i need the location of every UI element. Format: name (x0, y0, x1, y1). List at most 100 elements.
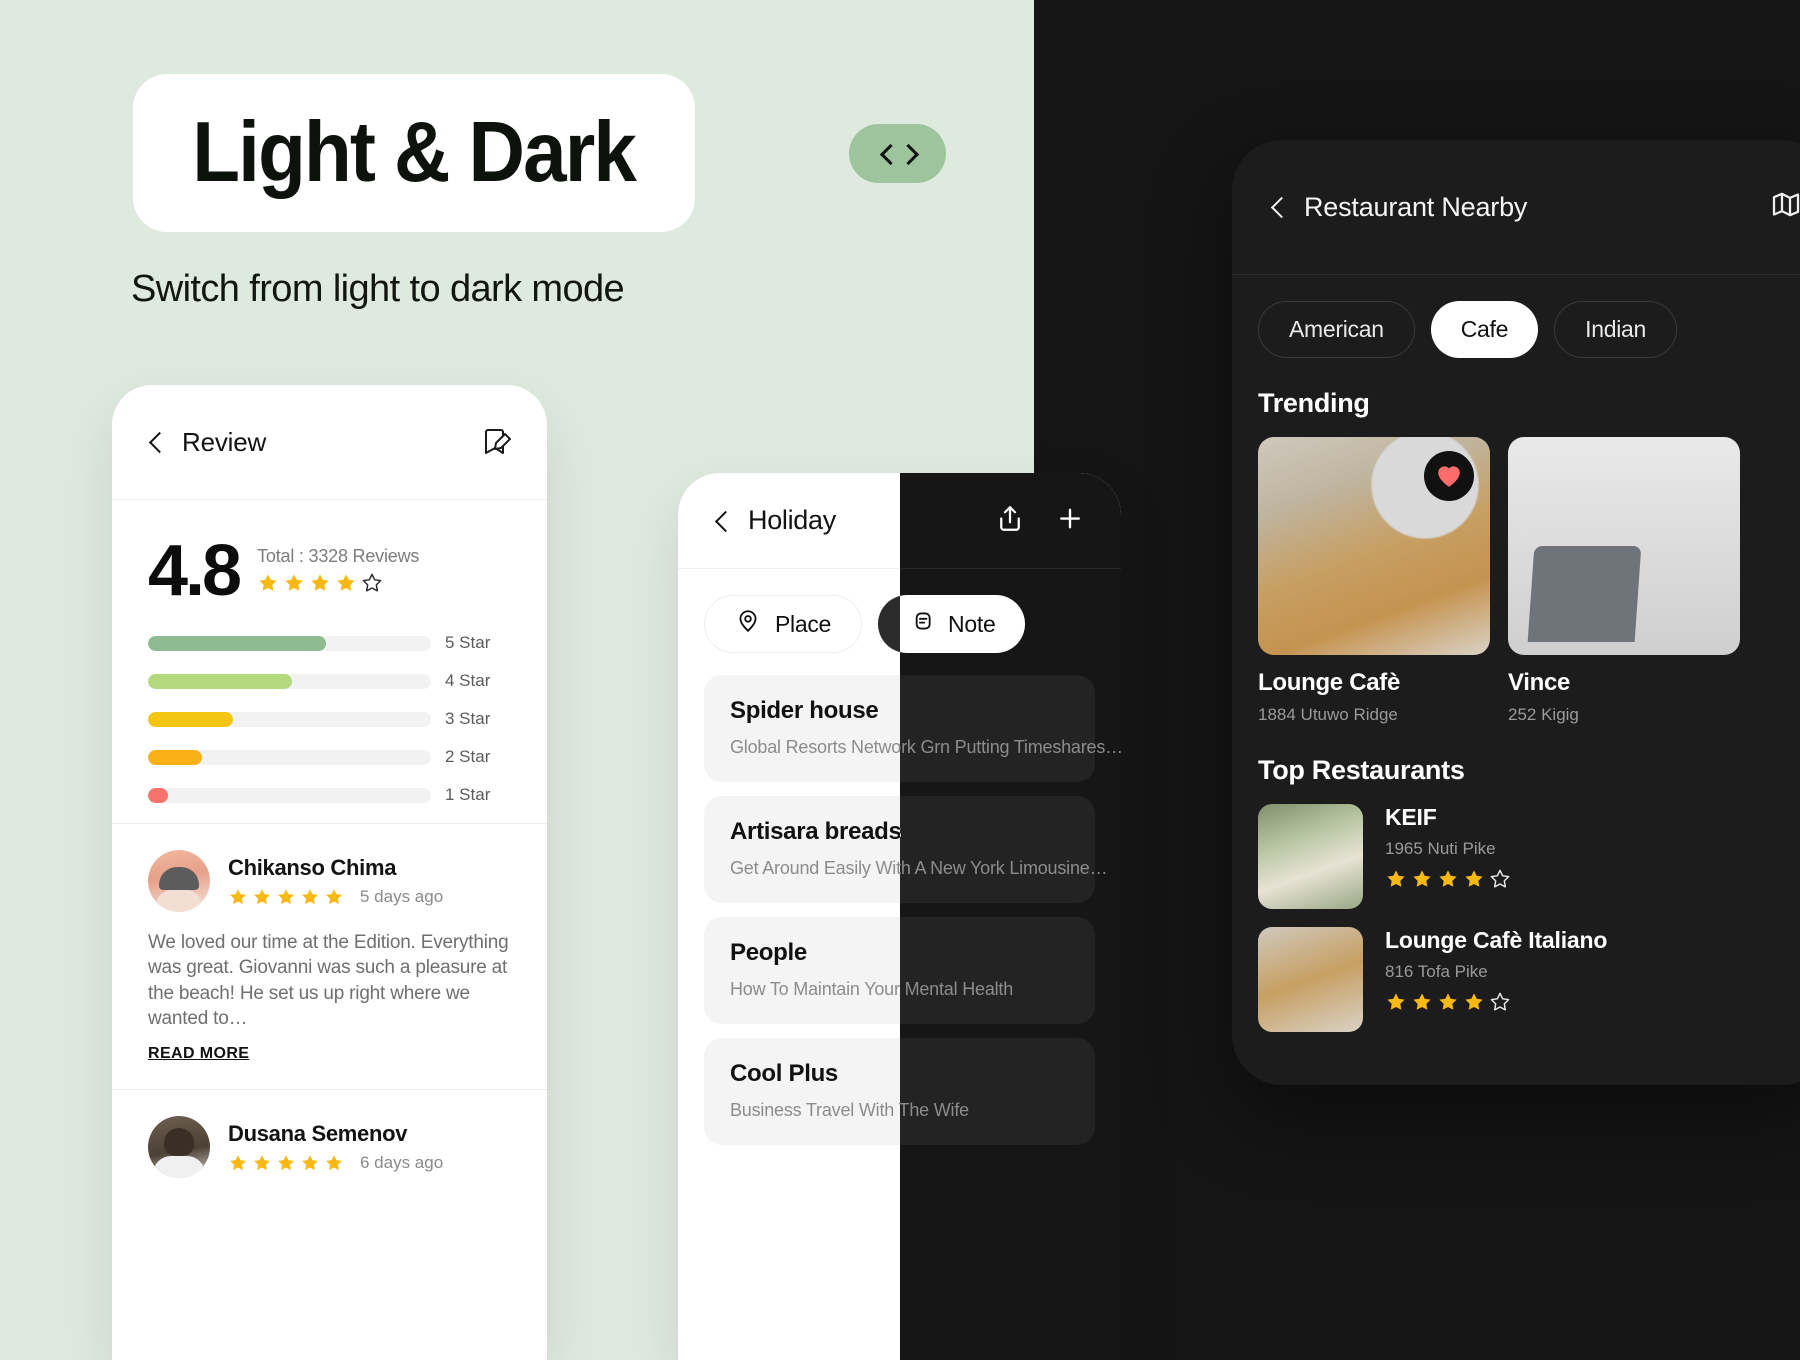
review-phone-screen: Review 4.8 Total : 3328 Reviews 5 Star 4 … (112, 385, 547, 1360)
hero-title-card: Light & Dark (133, 74, 695, 232)
star-icon (311, 574, 329, 591)
restaurant-name: Lounge Cafè (1258, 669, 1401, 696)
restaurant-list-item[interactable]: KEIF 1965 Nuti Pike (1232, 786, 1800, 909)
chip-american[interactable]: American (1258, 301, 1415, 358)
star-icon (278, 889, 294, 905)
note-description: Business Travel With The Wife (730, 1100, 969, 1120)
note-title: Cool Plus (730, 1060, 838, 1087)
restaurant-image (1258, 437, 1490, 655)
chip-cafe[interactable]: Cafe (1430, 301, 1539, 358)
star-icon (302, 1154, 318, 1170)
star-icon (254, 889, 270, 905)
rating-bar-label: 3 Star (445, 709, 491, 729)
list-item[interactable]: Artisara breads Get Around Easily With A… (704, 796, 1108, 903)
avatar (148, 1115, 210, 1178)
review-timestamp: 5 days ago (360, 887, 444, 907)
rating-bar-row: 4 Star (148, 671, 511, 691)
notes-icon (908, 608, 934, 640)
avatar (148, 850, 210, 913)
hero-subtitle: Switch from light to dark mode (131, 268, 625, 310)
heart-icon (1438, 466, 1460, 487)
trending-card[interactable]: Lounge Cafè 1884 Utuwo Ridge (1258, 437, 1490, 725)
review-text: We loved our time at the Edition. Everyt… (148, 932, 509, 1029)
restaurant-name: Lounge Cafè Italiano (1385, 927, 1608, 953)
holiday-light-layer: Holiday Place Note Spider house Global R… (678, 473, 1121, 1145)
restaurant-stars (1385, 991, 1607, 1013)
star-icon (1413, 993, 1431, 1010)
note-title: Artisara breads (730, 818, 902, 845)
restaurant-thumbnail (1258, 804, 1363, 909)
note-title: People (730, 939, 807, 966)
rating-bar-track (148, 787, 431, 803)
star-icon (362, 573, 382, 592)
list-item[interactable]: Spider house Global Resorts Network Grn … (704, 675, 1121, 782)
restaurant-name: KEIF (1385, 804, 1437, 830)
read-more-link[interactable]: READ MORE (148, 1045, 249, 1063)
restaurant-list-item[interactable]: Lounge Cafè Italiano 816 Tofa Pike (1232, 909, 1800, 1032)
plus-icon[interactable] (1055, 503, 1085, 538)
restaurant-phone-screen: Restaurant Nearby American Cafe Indian T… (1232, 140, 1800, 1085)
share-icon[interactable] (995, 503, 1025, 538)
star-icon (1413, 870, 1431, 887)
rating-bar-fill (148, 635, 327, 651)
tab-place[interactable]: Place (704, 595, 863, 653)
trending-section-title: Trending (1258, 388, 1370, 418)
screen-title: Holiday (748, 505, 836, 535)
holiday-phone-screen: Holiday Place Note Spider house Global R… (678, 473, 1121, 1360)
favorite-button[interactable] (1424, 451, 1474, 501)
review-list-item: Dusana Semenov 6 days ago (112, 1090, 547, 1178)
star-icon (1439, 870, 1457, 887)
star-icon (1387, 993, 1405, 1010)
restaurant-address: 1884 Utuwo Ridge (1258, 705, 1398, 724)
list-item[interactable]: Cool Plus Business Travel With The Wife (704, 1038, 1095, 1145)
star-icon (326, 889, 342, 905)
rating-bar-fill (148, 711, 233, 727)
rating-bar-track (148, 711, 431, 727)
restaurant-header: Restaurant Nearby (1232, 140, 1800, 275)
note-description: Global Resorts Network Grn Putting Times… (730, 737, 1121, 757)
top-restaurants-section-title: Top Restaurants (1258, 755, 1465, 785)
chevron-left-icon[interactable] (1270, 199, 1286, 215)
list-item[interactable]: People How To Maintain Your Mental Healt… (704, 917, 1095, 1024)
mode-switch-arrows[interactable] (849, 124, 946, 183)
rating-bar-fill (148, 749, 202, 765)
tab-note[interactable]: Note (878, 595, 1026, 653)
review-header: Review (112, 385, 547, 500)
chevron-left-icon[interactable] (714, 513, 730, 529)
star-icon (337, 574, 355, 591)
average-rating-value: 4.8 (148, 531, 242, 611)
chevron-left-icon[interactable] (879, 146, 895, 162)
restaurant-stars (1385, 868, 1511, 890)
map-icon[interactable] (1770, 189, 1800, 226)
holiday-header: Holiday (678, 473, 1121, 568)
rating-bar-label: 1 Star (445, 785, 491, 805)
cuisine-filter-chips: American Cafe Indian (1232, 275, 1800, 358)
rating-bar-track (148, 673, 431, 689)
star-icon (1490, 869, 1510, 888)
rating-bar-row: 1 Star (148, 785, 511, 805)
star-icon (302, 889, 318, 905)
chevron-left-icon[interactable] (148, 434, 164, 450)
rating-bar-row: 5 Star (148, 633, 511, 653)
edit-note-icon[interactable] (481, 426, 513, 458)
star-icon (254, 1154, 270, 1170)
reviewer-name: Dusana Semenov (228, 1120, 408, 1146)
rating-bar-label: 5 Star (445, 633, 491, 653)
rating-bar-track (148, 749, 431, 765)
average-rating-stars (257, 572, 419, 594)
restaurant-address: 252 Kigig (1508, 705, 1579, 724)
rating-bar-fill (148, 673, 293, 689)
chevron-right-icon[interactable] (901, 146, 917, 162)
chip-indian[interactable]: Indian (1554, 301, 1678, 358)
star-icon (259, 574, 277, 591)
tab-note-label: Note (948, 610, 996, 637)
star-icon (326, 1154, 342, 1170)
restaurant-image (1508, 437, 1740, 655)
trending-card[interactable]: Vince 252 Kigig (1508, 437, 1740, 725)
trending-list: Lounge Cafè 1884 Utuwo Ridge Vince 252 K… (1232, 419, 1800, 725)
note-list: Spider house Global Resorts Network Grn … (678, 653, 1121, 1145)
star-icon (278, 1154, 294, 1170)
star-icon (1490, 992, 1510, 1011)
screen-title: Review (182, 426, 267, 457)
reviewer-name: Chikanso Chima (228, 855, 397, 881)
